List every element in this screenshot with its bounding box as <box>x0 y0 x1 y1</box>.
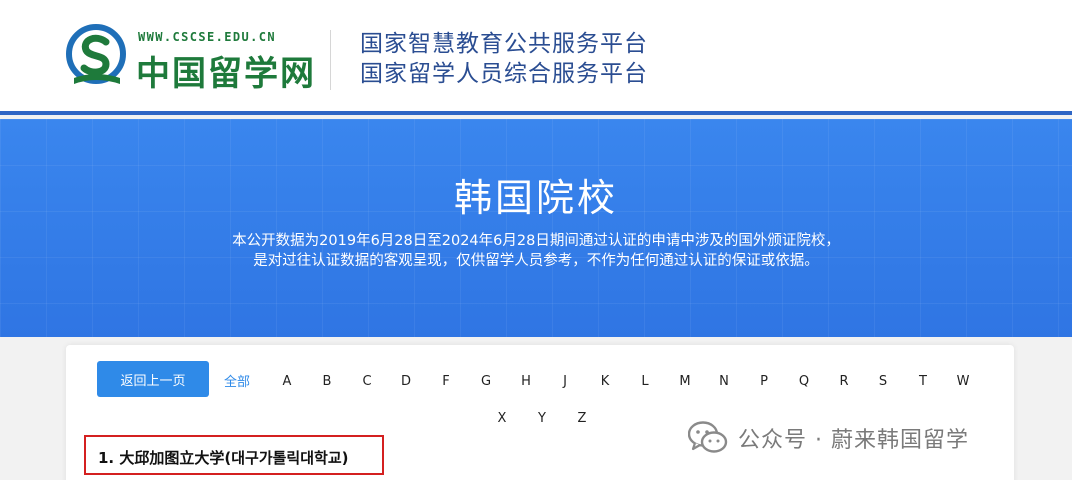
letter-filter-s[interactable]: S <box>871 374 895 389</box>
platform-line-2: 国家留学人员综合服务平台 <box>360 61 648 87</box>
letter-filter-x[interactable]: X <box>490 411 514 426</box>
letter-filter-b[interactable]: B <box>315 374 339 389</box>
letter-filter-r[interactable]: R <box>832 374 856 389</box>
school-list-item[interactable]: 1. 大邱加图立大学(대구가톨릭대학교) <box>98 447 349 468</box>
letter-filter-n[interactable]: N <box>712 374 736 389</box>
highlighted-result: 1. 大邱加图立大学(대구가톨릭대학교) <box>84 435 384 475</box>
description-line-2: 是对过往认证数据的客观呈现，仅供留学人员参考，不作为任何通过认证的保证或依据。 <box>253 253 819 269</box>
letter-filter-j[interactable]: J <box>553 374 577 389</box>
school-list-card: 返回上一页 全部 A B CD F G HJ K L MN P Q RS T W X Y Z 1. 大邱加图立大… <box>66 345 1014 480</box>
filter-all-link[interactable]: 全部 <box>224 371 250 390</box>
banner-grid-pattern <box>0 119 1072 337</box>
page-description: 本公开数据为2019年6月28日至2024年6月28日期间通过认证的申请中涉及的… <box>0 231 1072 271</box>
description-line-1: 本公开数据为2019年6月28日至2024年6月28日期间通过认证的申请中涉及的… <box>232 233 840 249</box>
letter-filter-m[interactable]: M <box>673 374 697 389</box>
page-title: 韩国院校 <box>453 176 618 220</box>
letter-filter-l[interactable]: L <box>633 374 657 389</box>
letter-filter-t[interactable]: T <box>911 374 935 389</box>
platform-title: 国家智慧教育公共服务平台 国家留学人员综合服务平台 <box>360 29 648 89</box>
letter-filter-a[interactable]: A <box>275 374 299 389</box>
watermark-text: 公众号 · 蔚来韩国留学 <box>738 428 969 453</box>
letter-filter-z[interactable]: Z <box>570 411 594 426</box>
platform-line-1: 国家智慧教育公共服务平台 <box>360 31 648 57</box>
school-name[interactable]: 大邱加图立大学(대구가톨릭대학교) <box>119 449 348 467</box>
letter-filter-f[interactable]: F <box>434 374 458 389</box>
letter-filter-y[interactable]: Y <box>530 411 554 426</box>
letter-filter-w[interactable]: W <box>951 374 975 389</box>
letter-filter-p[interactable]: P <box>752 374 776 389</box>
letter-filter-g[interactable]: G <box>474 374 498 389</box>
wechat-icon <box>688 421 728 453</box>
header-divider <box>330 30 331 90</box>
hero-banner: 韩国院校 本公开数据为2019年6月28日至2024年6月28日期间通过认证的申… <box>0 119 1072 337</box>
cscse-logo[interactable]: WWW.CSCSE.EDU.CN 中国留学网 <box>66 24 332 94</box>
letter-filter-d[interactable]: D <box>394 374 418 389</box>
logo-url-text: WWW.CSCSE.EDU.CN <box>138 30 276 44</box>
letter-filter-c[interactable]: C <box>355 374 379 389</box>
letter-filter-q[interactable]: Q <box>792 374 816 389</box>
wechat-watermark: 公众号 · 蔚来韩国留学 <box>688 418 969 458</box>
letter-filter-h[interactable]: H <box>514 374 538 389</box>
letter-filter-k[interactable]: K <box>593 374 617 389</box>
back-button[interactable]: 返回上一页 <box>97 361 209 397</box>
logo-name-text: 中国留学网 <box>136 54 316 94</box>
school-index: 1. <box>98 449 115 467</box>
site-header: WWW.CSCSE.EDU.CN 中国留学网 国家智慧教育公共服务平台 国家留学… <box>0 0 1072 115</box>
cscse-emblem-icon <box>66 24 126 84</box>
